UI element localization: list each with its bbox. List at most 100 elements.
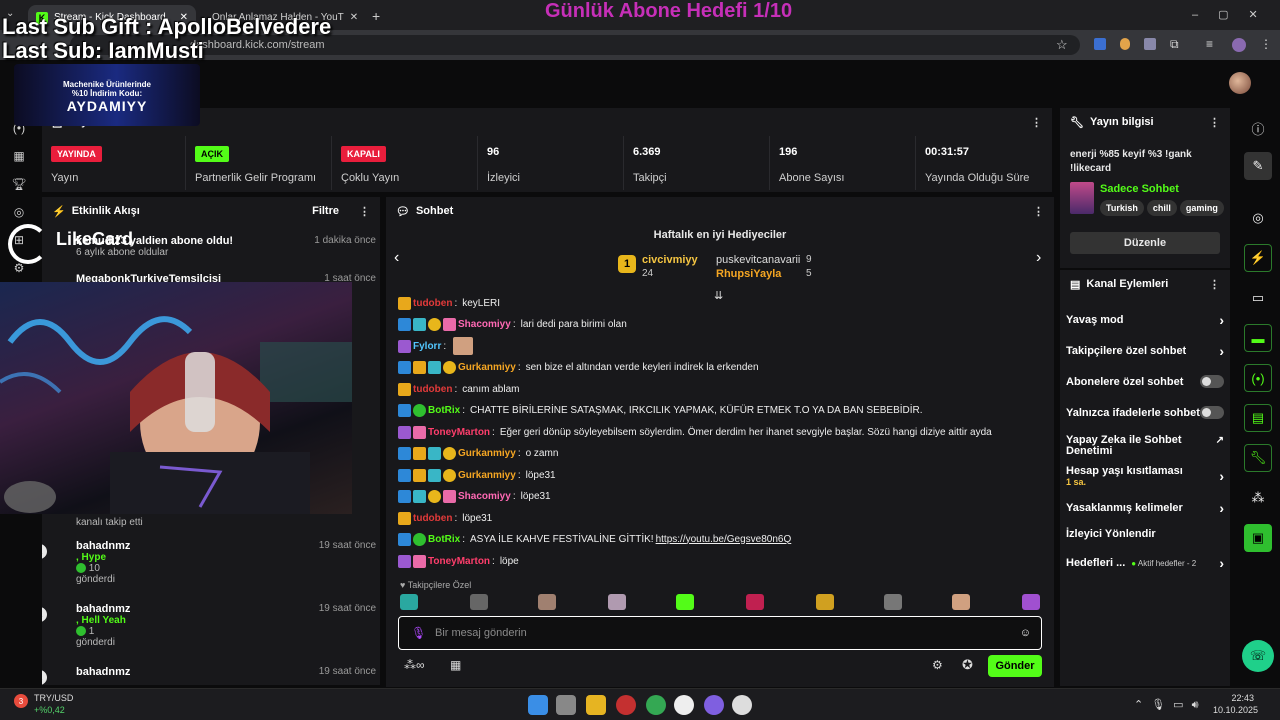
chat-username[interactable]: ToneyMarton [428, 556, 490, 567]
emote[interactable] [746, 594, 764, 610]
kicks-infinity-icon[interactable]: ⁂∞ [404, 658, 425, 672]
row-label: Hedefleri ... [1066, 557, 1126, 569]
camera-icon[interactable]: ◎ [1244, 204, 1272, 232]
colon: : [517, 447, 521, 459]
discord-icon[interactable] [704, 695, 724, 715]
wrench-icon[interactable]: 🔧︎ [1244, 444, 1272, 472]
tag[interactable]: Turkish [1100, 200, 1144, 216]
taskview-icon[interactable] [556, 695, 576, 715]
chat-username[interactable]: Gurkanmiyy [458, 362, 516, 373]
mic-icon[interactable]: 🎙︎ [411, 626, 426, 640]
prev-arrow-icon[interactable]: ‹ [394, 249, 399, 267]
start-icon[interactable] [528, 695, 548, 715]
subs-only-toggle[interactable] [1200, 375, 1224, 388]
emote[interactable] [400, 594, 418, 610]
browser-menu-icon[interactable]: ⋮ [1260, 37, 1272, 51]
emoji-icon[interactable]: ☺ [1020, 627, 1031, 639]
more-options-icon[interactable]: ⋮ [359, 205, 370, 218]
chat-username[interactable]: tudoben [413, 298, 452, 309]
filter-button[interactable]: Filtre [312, 205, 339, 217]
chat-username[interactable]: ToneyMarton [428, 427, 490, 438]
emote[interactable] [676, 594, 694, 610]
emotes-only-toggle[interactable] [1200, 406, 1224, 419]
goals-row[interactable]: Hedefleri ... ● Aktif hedefler - 2 › [1066, 555, 1224, 571]
chat-username[interactable]: BotRix [428, 405, 460, 416]
extension-icon[interactable] [1120, 38, 1130, 50]
raid-row[interactable]: İzleyici Yönlendir [1066, 528, 1224, 540]
slow-mode-row[interactable]: Yavaş mod › [1066, 312, 1224, 328]
app-icon[interactable] [674, 695, 694, 715]
window-controls[interactable]: –▢✕ [1192, 8, 1278, 21]
chat-message: BotRix: CHATTE BİRİLERİNE SATAŞMAK, IRKCI… [398, 401, 1038, 419]
chat-bubble-icon[interactable]: ▬ [1244, 324, 1272, 352]
emote[interactable] [884, 594, 902, 610]
media-icon[interactable]: ≡ [1206, 37, 1213, 51]
info-icon[interactable]: ⓘ [1244, 114, 1272, 142]
mod-icon[interactable]: ✪ [962, 657, 973, 673]
chat-username[interactable]: Shacomiyy [458, 319, 511, 330]
emote[interactable] [816, 594, 834, 610]
more-options-icon[interactable]: ⋮ [1033, 205, 1044, 218]
gold-badge-icon [413, 446, 426, 460]
chat-username[interactable]: tudoben [413, 384, 452, 395]
chrome-icon[interactable] [646, 695, 666, 715]
gold-badge-icon [398, 296, 411, 310]
more-options-icon[interactable]: ⋮ [1209, 278, 1220, 291]
chat-username[interactable]: Shacomiyy [458, 491, 511, 502]
user-avatar[interactable] [1229, 72, 1251, 94]
followers-only-row[interactable]: Takipçilere özel sohbet › [1066, 343, 1224, 359]
store-icon[interactable]: ▦ [450, 658, 461, 672]
broadcast-icon[interactable]: (•) [1244, 364, 1272, 392]
share-icon[interactable]: ⁂ [1244, 484, 1272, 512]
layout-icon[interactable]: ▤ [1244, 404, 1272, 432]
bolt-icon[interactable]: ⚡ [1244, 244, 1272, 272]
folder-icon[interactable] [586, 695, 606, 715]
profile-avatar[interactable] [1232, 38, 1246, 52]
tag[interactable]: chill [1146, 200, 1177, 216]
cyan-badge-icon [413, 489, 426, 503]
emote[interactable] [608, 594, 626, 610]
more-options-icon[interactable]: ⋮ [1031, 116, 1042, 129]
colon: : [492, 426, 495, 438]
app-icon[interactable]: ▣ [1244, 524, 1272, 552]
close-icon[interactable]: ✕ [350, 12, 358, 23]
support-headset-icon[interactable]: ☏ [1242, 640, 1274, 672]
tray-icons[interactable]: ⌃🎙︎▭🔊︎ [1134, 698, 1207, 712]
settings-icon[interactable]: ⚙ [932, 658, 943, 672]
emote[interactable] [538, 594, 556, 610]
new-tab-button[interactable]: + [372, 8, 380, 24]
camera-icon[interactable]: ◎ [0, 198, 38, 226]
app-icon[interactable] [616, 695, 636, 715]
extension-icon[interactable] [1094, 38, 1106, 50]
chat-username[interactable]: Gurkanmiyy [458, 470, 516, 481]
banned-words-row[interactable]: Yasaklanmış kelimeler › [1066, 500, 1224, 516]
bookmark-star-icon[interactable]: ☆ [1056, 37, 1068, 53]
more-options-icon[interactable]: ⋮ [1209, 116, 1220, 129]
stat-label: Çoklu Yayın [341, 172, 400, 184]
chat-username[interactable]: tudoben [413, 513, 452, 524]
send-button[interactable]: Gönder [988, 655, 1042, 677]
app-icon[interactable] [732, 695, 752, 715]
ai-moderation-row[interactable]: Yapay Zeka ile Sohbet Denetimi ↗ [1066, 435, 1224, 457]
extensions-puzzle-icon[interactable]: ⧉ [1170, 37, 1179, 52]
chart-icon[interactable]: ▦ [0, 142, 38, 170]
chat-message-input[interactable]: 🎙︎ Bir mesaj gönderin ☺ [398, 616, 1042, 650]
stat-label: Abone Sayısı [779, 172, 845, 184]
edit-button[interactable]: Düzenle [1070, 232, 1220, 254]
category-link[interactable]: Sadece Sohbet [1100, 183, 1179, 195]
account-age-row[interactable]: Hesap yaşı kısıtlaması 1 sa. › [1066, 465, 1224, 487]
emote[interactable] [1022, 594, 1040, 610]
tag[interactable]: gaming [1179, 200, 1224, 216]
chat-username[interactable]: Gurkanmiyy [458, 448, 516, 459]
chat-link[interactable]: https://youtu.be/Gegsve80n6Q [656, 534, 792, 545]
kick-icon: K [42, 670, 47, 685]
emote[interactable] [470, 594, 488, 610]
emote[interactable] [952, 594, 970, 610]
next-arrow-icon[interactable]: › [1036, 249, 1041, 267]
chat-username[interactable]: BotRix [428, 534, 460, 545]
chat-username[interactable]: Fylorr [413, 341, 441, 352]
trophy-icon[interactable]: 🏆︎ [0, 170, 38, 198]
edit-icon[interactable]: ✎ [1244, 152, 1272, 180]
extension-icon[interactable] [1144, 38, 1156, 50]
document-icon[interactable]: ▭ [1244, 284, 1272, 312]
